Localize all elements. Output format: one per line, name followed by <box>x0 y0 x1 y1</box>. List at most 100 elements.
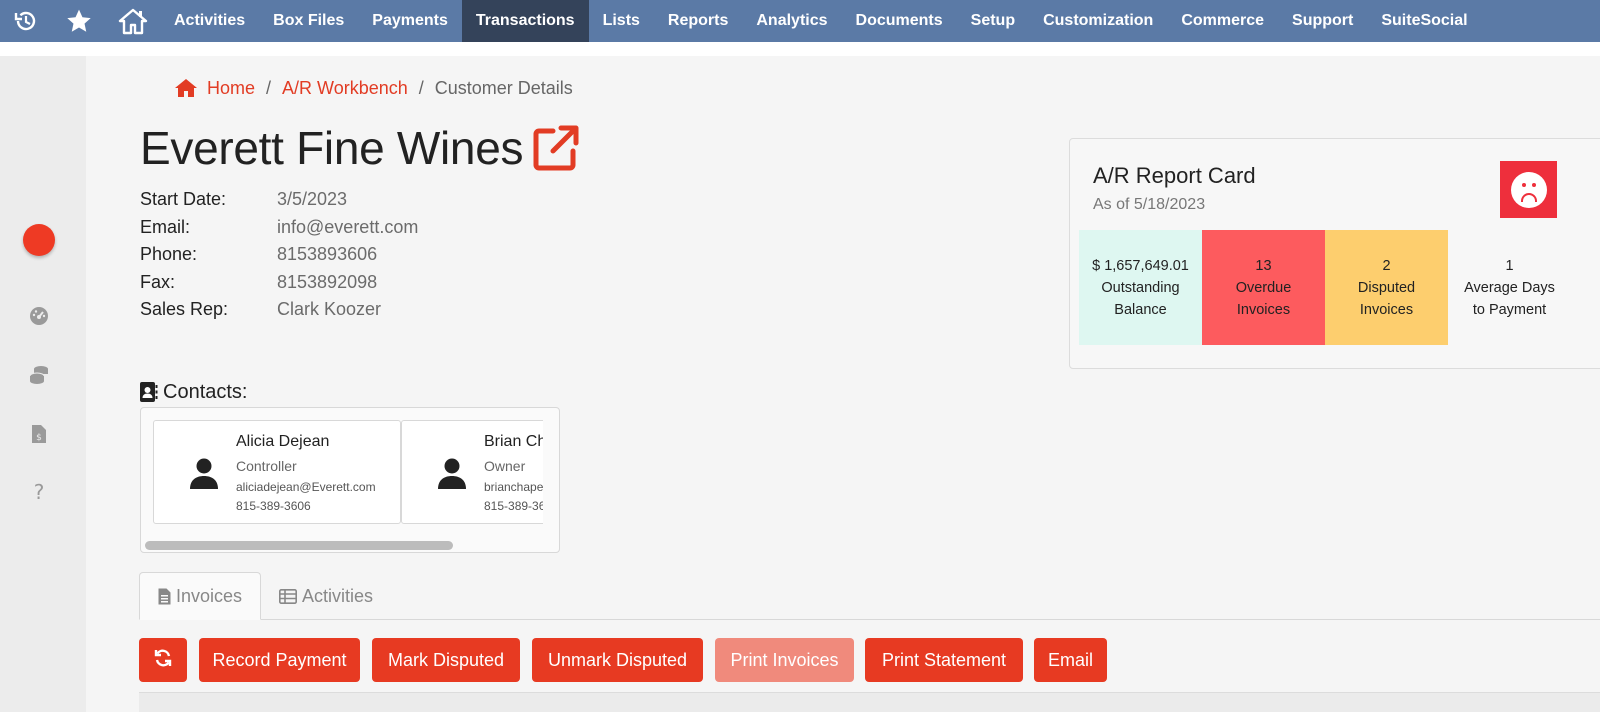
detail-phone: Phone: 8153893606 <box>140 241 418 269</box>
detail-label: Sales Rep: <box>140 299 229 320</box>
dashboard-icon[interactable] <box>27 304 51 328</box>
home-icon[interactable] <box>106 0 160 42</box>
outstanding-balance-tile[interactable]: $ 1,657,649.01 Outstanding Balance <box>1079 230 1202 345</box>
help-icon[interactable]: ? <box>27 480 51 504</box>
mark-disputed-button[interactable]: Mark Disputed <box>372 638 520 682</box>
contacts-track: Alicia Dejean Controller aliciadejean@Ev… <box>153 420 543 524</box>
breadcrumb-home-link[interactable]: Home <box>207 78 255 99</box>
report-card-title: A/R Report Card <box>1093 163 1256 188</box>
svg-text:$: $ <box>36 433 42 443</box>
detail-sales-rep: Sales Rep: Clark Koozer <box>140 296 418 324</box>
contact-role: Owner <box>484 458 526 474</box>
nav-analytics[interactable]: Analytics <box>742 0 841 42</box>
contact-phone: 815-389-3606 <box>236 499 311 513</box>
customer-details: Start Date: 3/5/2023 Email: info@everett.c… <box>140 186 418 324</box>
report-tiles: $ 1,657,649.01 Outstanding Balance 13 Ov… <box>1079 230 1571 345</box>
contacts-carousel: Alicia Dejean Controller aliciadejean@Ev… <box>140 407 560 553</box>
invoice-dollar-icon[interactable]: $ <box>27 422 51 446</box>
refresh-button[interactable] <box>139 638 187 682</box>
left-sidebar: $ ? <box>0 56 86 712</box>
tab-bar: Invoices Activities <box>139 572 1600 620</box>
record-payment-button[interactable]: Record Payment <box>199 638 360 682</box>
tab-invoices[interactable]: Invoices <box>139 572 261 620</box>
star-icon[interactable] <box>52 0 106 42</box>
nav-setup[interactable]: Setup <box>957 0 1029 42</box>
nav-box-files[interactable]: Box Files <box>259 0 358 42</box>
person-icon <box>189 457 219 489</box>
breadcrumb-home-icon[interactable] <box>175 78 197 98</box>
tile-value: 2 <box>1382 257 1391 274</box>
scrollbar-thumb[interactable] <box>145 541 453 550</box>
sad-face-icon <box>1500 161 1557 218</box>
ar-report-card: A/R Report Card As of 5/18/2023 $ 1,657,… <box>1069 138 1600 369</box>
person-icon <box>437 457 467 489</box>
report-card-date: As of 5/18/2023 <box>1093 196 1206 213</box>
nav-suitesocial[interactable]: SuiteSocial <box>1367 0 1481 42</box>
breadcrumb-separator: / <box>418 77 424 98</box>
nav-customization[interactable]: Customization <box>1029 0 1167 42</box>
external-link-icon[interactable] <box>533 125 579 171</box>
tile-label: Disputed Invoices <box>1357 279 1416 318</box>
coins-icon[interactable] <box>27 363 51 387</box>
contact-email[interactable]: aliciadejean@Everett.com <box>236 480 376 494</box>
nav-documents[interactable]: Documents <box>842 0 957 42</box>
contact-card[interactable]: Alicia Dejean Controller aliciadejean@Ev… <box>153 420 401 524</box>
page-title-row: Everett Fine Wines <box>140 120 579 176</box>
contact-phone: 815-389-3606 <box>484 499 543 513</box>
tile-label: Overdue Invoices <box>1235 279 1292 318</box>
nav-reports[interactable]: Reports <box>654 0 742 42</box>
page-title: Everett Fine Wines <box>140 122 524 174</box>
nav-lists[interactable]: Lists <box>589 0 654 42</box>
recent-history-icon[interactable] <box>0 0 52 42</box>
tab-label: Activities <box>302 585 374 606</box>
contact-email[interactable]: brianchapel@Everett.com <box>484 480 543 494</box>
detail-value: 8153892098 <box>277 271 378 292</box>
file-icon <box>158 587 172 605</box>
tab-activities[interactable]: Activities <box>261 572 391 620</box>
unmark-disputed-button[interactable]: Unmark Disputed <box>532 638 703 682</box>
nav-activities[interactable]: Activities <box>160 0 259 42</box>
detail-value: info@everett.com <box>277 216 419 237</box>
overdue-invoices-tile[interactable]: 13 Overdue Invoices <box>1202 230 1325 345</box>
detail-label: Fax: <box>140 271 176 292</box>
detail-label: Start Date: <box>140 189 227 210</box>
table-header-edge <box>139 692 1600 712</box>
breadcrumb-current: Customer Details <box>434 77 573 98</box>
contacts-heading: Contacts: <box>140 380 247 404</box>
print-statement-button[interactable]: Print Statement <box>865 638 1023 682</box>
top-nav: Activities Box Files Payments Transactio… <box>0 0 1600 42</box>
contact-card[interactable]: Brian Chapel Owner brianchapel@Everett.c… <box>401 420 543 524</box>
nav-payments[interactable]: Payments <box>358 0 462 42</box>
detail-value: 3/5/2023 <box>277 189 348 210</box>
refresh-icon <box>153 648 173 673</box>
tile-value: $ 1,657,649.01 <box>1092 257 1189 274</box>
tile-label: Outstanding Balance <box>1101 279 1180 318</box>
contacts-label: Contacts: <box>163 380 248 403</box>
detail-email: Email: info@everett.com <box>140 214 418 242</box>
table-list-icon <box>279 587 298 605</box>
average-days-tile[interactable]: 1 Average Days to Payment <box>1448 230 1571 345</box>
tile-value: 13 <box>1255 257 1272 274</box>
contact-role: Controller <box>236 458 297 474</box>
nav-commerce[interactable]: Commerce <box>1167 0 1278 42</box>
tab-label: Invoices <box>175 585 242 606</box>
email-button[interactable]: Email <box>1034 638 1107 682</box>
disputed-invoices-tile[interactable]: 2 Disputed Invoices <box>1325 230 1448 345</box>
nav-underline-strip <box>0 42 1600 56</box>
detail-value: 8153893606 <box>277 244 378 265</box>
detail-label: Phone: <box>140 244 198 265</box>
tile-label: Average Days to Payment <box>1464 279 1555 318</box>
print-invoices-button[interactable]: Print Invoices <box>715 638 854 682</box>
detail-label: Email: <box>140 216 191 237</box>
detail-fax: Fax: 8153892098 <box>140 269 418 297</box>
nav-transactions[interactable]: Transactions <box>461 0 589 42</box>
contact-name: Brian Chapel <box>484 433 543 450</box>
detail-value: Clark Koozer <box>277 299 382 320</box>
contacts-scrollbar[interactable] <box>143 541 543 550</box>
detail-start-date: Start Date: 3/5/2023 <box>140 186 418 214</box>
breadcrumb-separator: / <box>266 77 272 98</box>
breadcrumb-workbench-link[interactable]: A/R Workbench <box>282 78 408 99</box>
status-dot[interactable] <box>23 224 55 256</box>
tile-value: 1 <box>1505 257 1514 274</box>
nav-support[interactable]: Support <box>1278 0 1367 42</box>
